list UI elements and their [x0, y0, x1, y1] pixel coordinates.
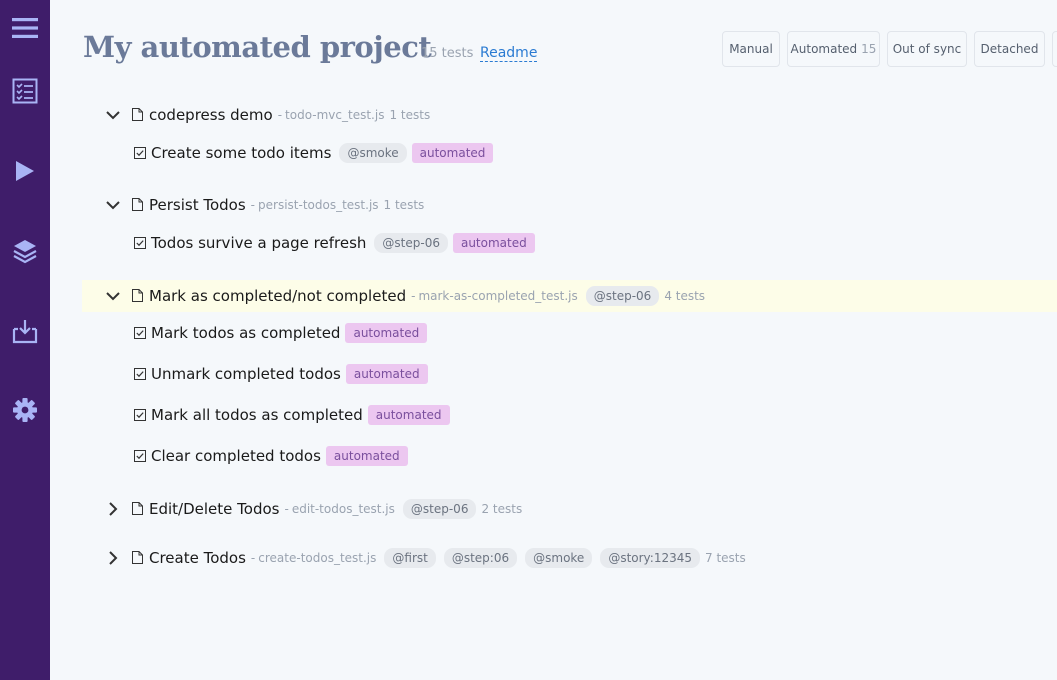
sidebar [0, 0, 50, 680]
filter-manual[interactable]: Manual [722, 31, 780, 67]
suite-filename: todo-mvc_test.js [285, 108, 385, 122]
suite-title[interactable]: Persist Todos [149, 196, 246, 214]
test-row[interactable]: Mark all todos as completed automated [82, 399, 1057, 431]
test-row[interactable]: Unmark completed todos automated [82, 358, 1057, 390]
checkbox-icon [134, 147, 146, 159]
file-icon [132, 502, 144, 516]
test-row[interactable]: Todos survive a page refresh @step-06 au… [82, 227, 1057, 259]
suite-filename: edit-todos_test.js [291, 502, 395, 516]
suite-file: - persist-todos_test.js [250, 198, 379, 212]
filter-label: Automated [790, 42, 858, 56]
readme-link[interactable]: Readme [480, 45, 538, 62]
menu-icon[interactable] [10, 13, 40, 43]
suite-file: - create-todos_test.js [250, 551, 377, 565]
suite-tests-count: 7 tests [705, 551, 746, 565]
filter-out-of-sync[interactable]: Out of sync [887, 31, 967, 67]
filter-automated[interactable]: Automated 15 [787, 31, 880, 67]
test-title[interactable]: Mark todos as completed [151, 324, 340, 342]
automated-badge: automated [411, 143, 494, 163]
checkbox-icon [134, 409, 146, 421]
filter-more[interactable] [1052, 31, 1057, 67]
test-row[interactable]: Create some todo items @smoke automated [82, 137, 1057, 169]
suite-title[interactable]: Create Todos [149, 549, 246, 567]
tag-badge[interactable]: @smoke [525, 548, 593, 568]
checklist-icon[interactable] [10, 76, 40, 106]
tag-badge[interactable]: @first [384, 548, 436, 568]
suite-row[interactable]: codepress demo - todo-mvc_test.js 1 tests [82, 99, 1057, 131]
suite-tests-count: 2 tests [481, 502, 523, 516]
test-title[interactable]: Todos survive a page refresh [151, 234, 366, 252]
gear-icon[interactable] [10, 395, 40, 425]
suite-filename: persist-todos_test.js [258, 198, 379, 212]
checkbox-icon [134, 368, 146, 380]
tag-badge[interactable]: @story:12345 [600, 548, 700, 568]
filter-label: Out of sync [892, 42, 962, 56]
play-icon[interactable] [10, 156, 40, 186]
file-icon [132, 289, 144, 303]
suite-file: - mark-as-completed_test.js [411, 289, 578, 303]
suite-title[interactable]: Edit/Delete Todos [149, 500, 279, 518]
chevron-right-icon[interactable] [100, 499, 126, 519]
suite-title[interactable]: Mark as completed/not completed [149, 287, 406, 305]
suite-tests-count: 4 tests [664, 289, 706, 303]
tag-badge[interactable]: @smoke [339, 143, 407, 163]
suite-file: - todo-mvc_test.js [277, 108, 385, 122]
suite-row[interactable]: Create Todos - create-todos_test.js @firs… [82, 542, 1057, 574]
test-title[interactable]: Clear completed todos [151, 447, 321, 465]
checkbox-icon [134, 450, 146, 462]
test-title[interactable]: Unmark completed todos [151, 365, 341, 383]
file-icon [132, 551, 144, 565]
main-content: My automated project 15 tests Readme Man… [50, 0, 1057, 680]
suite-tests-count: 1 tests [389, 108, 431, 122]
suite-tests-count: 1 tests [383, 198, 425, 212]
automated-badge: automated [325, 446, 408, 466]
download-icon[interactable] [10, 316, 40, 346]
suite-file: - edit-todos_test.js [284, 502, 395, 516]
automated-badge: automated [345, 364, 428, 384]
suite-title[interactable]: codepress demo [149, 106, 273, 124]
chevron-down-icon[interactable] [100, 286, 126, 306]
automated-badge: automated [452, 233, 535, 253]
suite-row[interactable]: Edit/Delete Todos - edit-todos_test.js @s… [82, 493, 1057, 525]
test-row[interactable]: Clear completed todos automated [82, 440, 1057, 472]
test-title[interactable]: Create some todo items [151, 144, 331, 162]
suite-filename: mark-as-completed_test.js [418, 289, 578, 303]
filter-label: Detached [980, 42, 1039, 56]
tag-badge[interactable]: @step-06 [374, 233, 448, 253]
filter-detached[interactable]: Detached [974, 31, 1045, 67]
page-title: My automated project [83, 30, 432, 64]
file-icon [132, 198, 144, 212]
suite-row[interactable]: Mark as completed/not completed - mark-as… [82, 280, 1057, 312]
chevron-right-icon[interactable] [100, 548, 126, 568]
chevron-down-icon[interactable] [100, 195, 126, 215]
layers-icon[interactable] [10, 236, 40, 266]
checkbox-icon [134, 237, 146, 249]
tag-badge[interactable]: @step-06 [585, 286, 660, 306]
chevron-down-icon[interactable] [100, 105, 126, 125]
tag-badge[interactable]: @step:06 [443, 548, 518, 568]
file-icon [132, 108, 144, 122]
filter-count: 15 [861, 42, 877, 56]
suite-filename: create-todos_test.js [258, 551, 377, 565]
filter-label: Manual [729, 42, 773, 56]
checkbox-icon [134, 327, 146, 339]
automated-badge: automated [345, 323, 428, 343]
test-title[interactable]: Mark all todos as completed [151, 406, 363, 424]
suite-row[interactable]: Persist Todos - persist-todos_test.js 1 t… [82, 189, 1057, 221]
test-count: 15 tests [421, 46, 474, 61]
tag-badge[interactable]: @step-06 [402, 499, 477, 519]
automated-badge: automated [367, 405, 450, 425]
test-row[interactable]: Mark todos as completed automated [82, 317, 1057, 349]
